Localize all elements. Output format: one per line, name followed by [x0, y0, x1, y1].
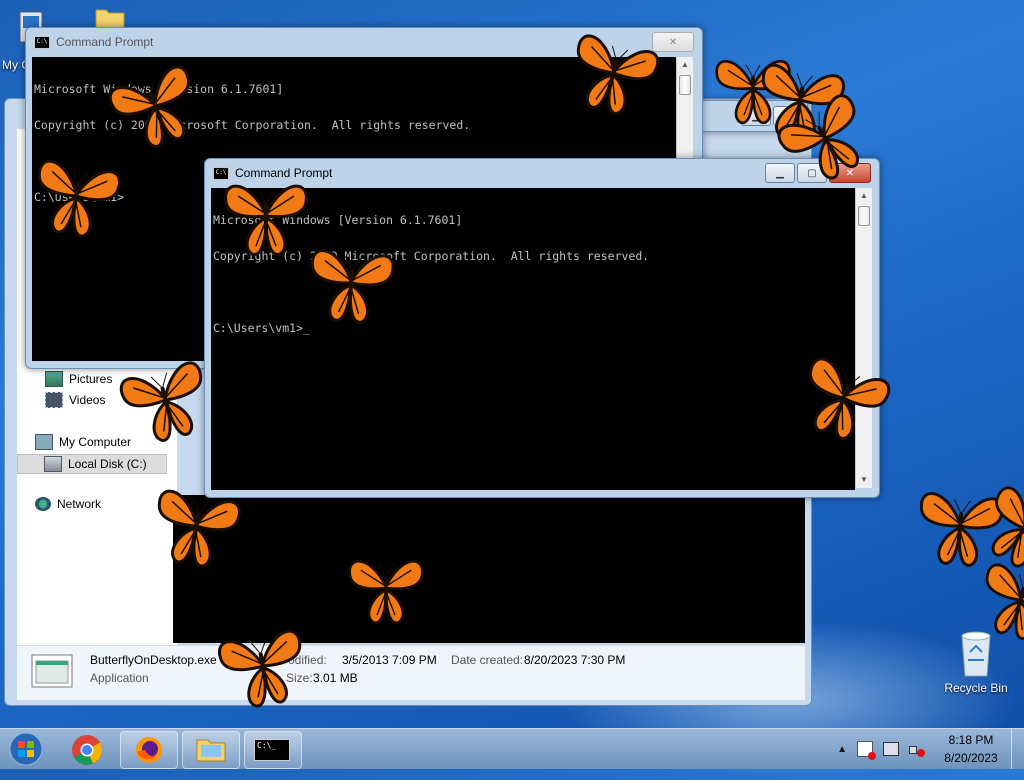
nav-item-my-computer[interactable]: My Computer: [35, 434, 131, 450]
start-button[interactable]: [6, 731, 46, 767]
scroll-thumb[interactable]: [679, 75, 691, 95]
network-icon: [35, 497, 51, 511]
butterfly-image: [908, 474, 1012, 581]
show-desktop-button[interactable]: [1011, 729, 1024, 769]
command-prompt-window-front[interactable]: C:\ Command Prompt ▁ ▢ ✕ Microsoft Windo…: [204, 158, 880, 498]
details-size-value: 3.01 MB: [313, 671, 358, 685]
taskbar-chrome[interactable]: [58, 731, 116, 769]
close-button[interactable]: ✕: [652, 32, 694, 52]
details-created-label: Date created:: [451, 653, 524, 667]
network-tray-icon[interactable]: [883, 742, 899, 756]
scroll-up-arrow[interactable]: ▲: [856, 188, 872, 204]
pictures-icon: [45, 371, 63, 387]
system-tray: ▲ 8:18 PM 8/20/2023: [837, 729, 1024, 769]
explorer-content-area: [173, 495, 805, 643]
nav-item-label: Local Disk (C:): [68, 457, 147, 471]
nav-item-local-disk[interactable]: Local Disk (C:): [17, 454, 167, 474]
drive-icon: [44, 456, 62, 472]
cmd-icon: C:\: [34, 35, 50, 49]
minimize-button[interactable]: ▁: [765, 163, 795, 183]
taskbar: C:\_ ▲ 8:18 PM 8/20/2023: [0, 728, 1024, 769]
details-created-value: 8/20/2023 7:30 PM: [524, 653, 626, 667]
videos-icon: [45, 392, 63, 408]
clock-date: 8/20/2023: [944, 751, 998, 765]
application-icon: [31, 654, 73, 688]
details-pane: ButterflyOnDesktop.exe Application odifi…: [17, 645, 805, 700]
recycle-bin-icon: [961, 631, 991, 677]
nav-item-label: Network: [57, 497, 102, 511]
console-line: Microsoft Windows [Version 6.1.7601]: [34, 82, 284, 96]
cmd-icon: C:\: [213, 166, 229, 180]
background-window[interactable]: ▁ ▢: [700, 100, 808, 132]
action-center-icon[interactable]: [857, 741, 876, 760]
scroll-up-arrow[interactable]: ▲: [677, 57, 693, 73]
nav-item-label: Videos: [69, 393, 106, 407]
firefox-icon: [136, 737, 162, 763]
desktop-icon-label: Recycle Bin: [944, 681, 1008, 695]
clock-time: 8:18 PM: [948, 733, 994, 747]
console-line: Copyright (c) 2009 Microsoft Corporation…: [213, 249, 650, 263]
nav-item-pictures[interactable]: Pictures: [45, 371, 112, 387]
explorer-folder-icon: [196, 739, 226, 762]
windows-logo-icon: [9, 732, 43, 766]
nav-item-videos[interactable]: Videos: [45, 392, 105, 408]
close-button[interactable]: ✕: [829, 163, 871, 183]
window-title: Command Prompt: [56, 35, 154, 49]
desktop-icon-recycle-bin[interactable]: Recycle Bin: [938, 630, 1014, 695]
details-size-label: Size:: [286, 671, 313, 685]
vertical-scrollbar[interactable]: ▲ ▼: [855, 188, 872, 488]
cmd-icon: C:\_: [254, 739, 290, 761]
show-hidden-icons-arrow[interactable]: ▲: [837, 744, 847, 755]
details-type: Application: [90, 671, 149, 685]
maximize-button[interactable]: ▢: [773, 106, 803, 126]
chrome-icon: [72, 735, 102, 765]
nav-item-network[interactable]: Network: [35, 497, 101, 511]
clock[interactable]: 8:18 PM 8/20/2023: [931, 731, 1011, 767]
computer-icon: [35, 434, 53, 450]
console-line: Copyright (c) 2009 Microsoft Corporation…: [34, 118, 471, 132]
butterfly-image: [960, 466, 1024, 593]
details-filename: ButterflyOnDesktop.exe: [90, 653, 217, 667]
nav-item-label: My Computer: [59, 435, 132, 449]
taskbar-firefox[interactable]: [120, 731, 178, 769]
details-modified-value: 3/5/2013 7:09 PM: [342, 653, 437, 667]
maximize-button[interactable]: ▢: [797, 163, 827, 183]
minimize-button[interactable]: ▁: [741, 106, 771, 126]
console-output[interactable]: Microsoft Windows [Version 6.1.7601] Cop…: [211, 188, 855, 490]
scroll-down-arrow[interactable]: ▼: [856, 472, 872, 488]
titlebar[interactable]: C:\ Command Prompt: [26, 28, 702, 56]
volume-muted-icon[interactable]: [909, 743, 925, 757]
scroll-thumb[interactable]: [858, 206, 870, 226]
console-line: C:\Users\vm1>_: [213, 321, 310, 335]
taskbar-explorer[interactable]: [182, 731, 240, 769]
details-modified-label: odified:: [288, 653, 327, 667]
taskbar-command-prompt[interactable]: C:\_: [244, 731, 302, 769]
window-title: Command Prompt: [235, 166, 333, 180]
nav-item-label: Pictures: [69, 372, 113, 386]
console-line: Microsoft Windows [Version 6.1.7601]: [213, 213, 463, 227]
